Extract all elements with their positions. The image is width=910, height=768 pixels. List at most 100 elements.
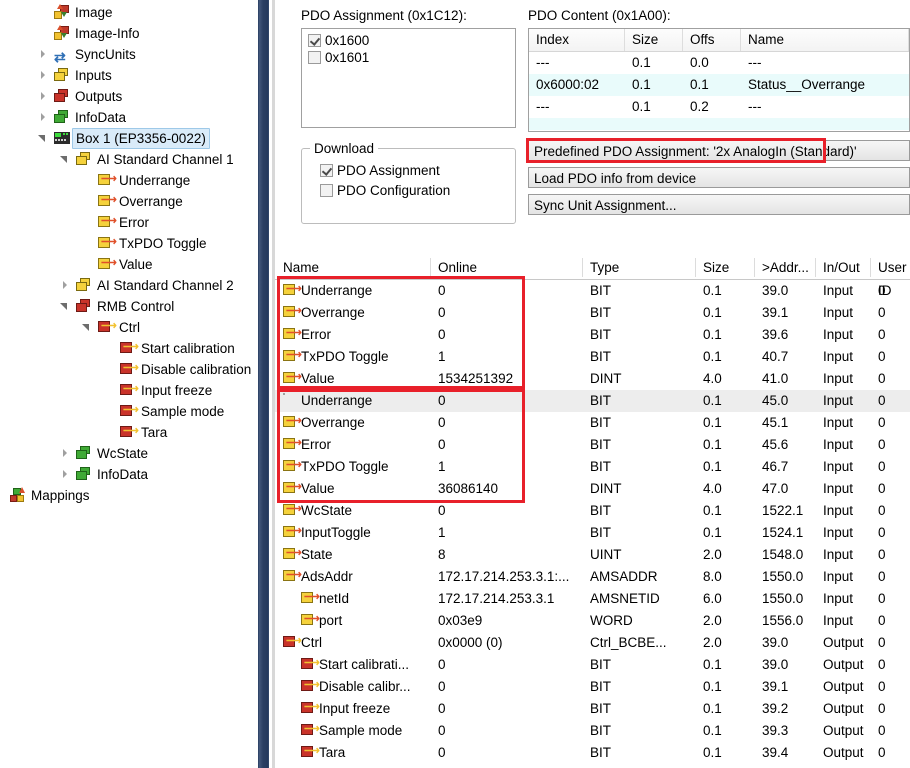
table-row[interactable]: ⟶ Error 0 BIT 0.1 39.6 Input 0 — [275, 324, 910, 346]
tree-item-inputs[interactable]: Inputs — [0, 65, 258, 86]
tree-expander-collapsed[interactable] — [60, 448, 71, 459]
solution-tree[interactable]: Image Image-Info ⇄ SyncUnits Inputs Outputs In… — [0, 0, 258, 768]
pdo-content-col-name[interactable]: Name — [741, 29, 909, 51]
tree-item-label: Outputs — [75, 89, 123, 104]
tree-item-wcstate[interactable]: WcState — [0, 443, 258, 464]
tree-expander-collapsed[interactable] — [60, 280, 71, 291]
tree-expander-collapsed[interactable] — [60, 469, 71, 480]
column-divider[interactable] — [430, 258, 431, 277]
tree-item-outputs[interactable]: Outputs — [0, 86, 258, 107]
tree-expander-expanded[interactable] — [82, 322, 93, 333]
tree-item-txpdo-toggle[interactable]: ⟶ TxPDO Toggle — [0, 233, 258, 254]
table-row[interactable]: ⟶ port 0x03e9 WORD 2.0 1556.0 Input 0 — [275, 610, 910, 632]
io-variables-table[interactable]: Name Online Type Size >Addr... In/Out User ID … — [275, 256, 910, 768]
tree-item-ai-standard-channel-2[interactable]: AI Standard Channel 2 — [0, 275, 258, 296]
pdo-assignment-item-0x1601[interactable]: 0x1601 — [304, 49, 515, 66]
pdo-content-row[interactable]: 0x6000:02 0.1 0.1 Status__Overrange — [529, 74, 909, 96]
pane-splitter[interactable] — [258, 0, 275, 768]
predefined-pdo-assignment-button[interactable]: Predefined PDO Assignment: '2x AnalogIn … — [528, 140, 910, 161]
cell-size: 0.1 — [703, 305, 722, 320]
table-row[interactable]: ⟶ Value 36086140 DINT 4.0 47.0 Input 0 — [275, 478, 910, 500]
table-row[interactable]: ⟶ Overrange 0 BIT 0.1 45.1 Input 0 — [275, 412, 910, 434]
load-pdo-info-button[interactable]: Load PDO info from device — [528, 167, 910, 188]
table-row[interactable]: ⟶ Underrange 0 BIT 0.1 45.0 Input 0 — [275, 390, 910, 412]
pdo-content-grid[interactable]: Index Size Offs Name --- 0.1 0.0 --- 0x6000:02 0.… — [528, 28, 910, 132]
table-row[interactable]: ⟶ TxPDO Toggle 1 BIT 0.1 46.7 Input 0 — [275, 456, 910, 478]
checkbox-icon[interactable] — [308, 51, 321, 64]
pdo-content-col-size[interactable]: Size — [625, 29, 683, 51]
table-row[interactable]: ⟶ State 8 UINT 2.0 1548.0 Input 0 — [275, 544, 910, 566]
table-col-header[interactable]: >Addr... — [762, 256, 809, 279]
tree-item-infodata[interactable]: InfoData — [0, 107, 258, 128]
table-row[interactable]: ⟶ AdsAddr 172.17.214.253.3.1:... AMSADDR 8.0… — [275, 566, 910, 588]
tree-item-ctrl[interactable]: ⟶ Ctrl — [0, 317, 258, 338]
checkbox-icon[interactable] — [308, 34, 321, 47]
cell-userid: 0 — [878, 547, 886, 562]
table-row[interactable]: ⟶ netId 172.17.214.253.3.1 AMSNETID 6.0 1550.… — [275, 588, 910, 610]
table-row[interactable]: ⟶ Error 0 BIT 0.1 45.6 Input 0 — [275, 434, 910, 456]
tree-expander-collapsed[interactable] — [38, 112, 49, 123]
table-col-header[interactable]: Online — [438, 256, 477, 279]
table-col-header[interactable]: Type — [590, 256, 619, 279]
splitter-bar[interactable] — [258, 0, 269, 768]
table-row[interactable]: ⟶ WcState 0 BIT 0.1 1522.1 Input 0 — [275, 500, 910, 522]
column-divider[interactable] — [695, 258, 696, 277]
pdo-assignment-list[interactable]: 0x1600 0x1601 — [301, 28, 516, 128]
table-row[interactable]: ⟶ Sample mode 0 BIT 0.1 39.3 Output 0 — [275, 720, 910, 742]
checkbox-icon[interactable] — [320, 164, 333, 177]
tree-item-syncunits[interactable]: ⇄ SyncUnits — [0, 44, 258, 65]
pdo-content-row[interactable]: --- 0.1 0.0 --- — [529, 52, 909, 74]
table-row[interactable]: ⟶ Value 1534251392 DINT 4.0 41.0 Input 0 — [275, 368, 910, 390]
tree-item-rmb-control[interactable]: RMB Control — [0, 296, 258, 317]
tree-item-start-calibration[interactable]: ⟶ Start calibration — [0, 338, 258, 359]
table-row[interactable]: ⟶ TxPDO Toggle 1 BIT 0.1 40.7 Input 0 — [275, 346, 910, 368]
table-col-header[interactable]: Size — [703, 256, 729, 279]
tree-expander-collapsed[interactable] — [38, 49, 49, 60]
column-divider[interactable] — [870, 258, 871, 277]
column-divider[interactable] — [582, 258, 583, 277]
table-col-header[interactable]: In/Out — [823, 256, 860, 279]
download-checkbox-pdo-assignment[interactable]: PDO Assignment — [316, 161, 515, 181]
sync-unit-assignment-button[interactable]: Sync Unit Assignment... — [528, 194, 910, 215]
table-row[interactable]: ⟶ Overrange 0 BIT 0.1 39.1 Input 0 — [275, 302, 910, 324]
table-row[interactable]: ⟶ Underrange 0 BIT 0.1 39.0 Input 0 — [275, 280, 910, 302]
table-col-header[interactable]: Name — [283, 256, 319, 279]
tree-item-underrange[interactable]: ⟶ Underrange — [0, 170, 258, 191]
tree-item-disable-calibration[interactable]: ⟶ Disable calibration — [0, 359, 258, 380]
pdo-content-header[interactable]: Index Size Offs Name — [529, 29, 909, 52]
tree-item-box-1-ep3356-0022[interactable]: Box 1 (EP3356-0022) — [0, 128, 258, 149]
tree-expander-collapsed[interactable] — [38, 70, 49, 81]
table-row[interactable]: ⟶ Ctrl 0x0000 (0) Ctrl_BCBE... 2.0 39.0 Output… — [275, 632, 910, 654]
tree-item-overrange[interactable]: ⟶ Overrange — [0, 191, 258, 212]
tree-item-infodata[interactable]: InfoData — [0, 464, 258, 485]
tree-item-sample-mode[interactable]: ⟶ Sample mode — [0, 401, 258, 422]
table-row[interactable]: ⟶ Input freeze 0 BIT 0.1 39.2 Output 0 — [275, 698, 910, 720]
tree-expander-expanded[interactable] — [38, 133, 49, 144]
tree-item-image-info[interactable]: Image-Info — [0, 23, 258, 44]
table-body[interactable]: ⟶ Underrange 0 BIT 0.1 39.0 Input 0 ⟶ Overrange 0 B… — [275, 280, 910, 764]
table-row[interactable]: ⟶ InputToggle 1 BIT 0.1 1524.1 Input 0 — [275, 522, 910, 544]
tree-item-error[interactable]: ⟶ Error — [0, 212, 258, 233]
tree-item-input-freeze[interactable]: ⟶ Input freeze — [0, 380, 258, 401]
tree-item-image[interactable]: Image — [0, 2, 258, 23]
tree-expander-collapsed[interactable] — [38, 91, 49, 102]
table-header-row[interactable]: Name Online Type Size >Addr... In/Out User ID — [275, 256, 910, 298]
pdo-content-row[interactable]: --- 0.1 0.2 --- — [529, 96, 909, 118]
tree-expander-expanded[interactable] — [60, 154, 71, 165]
pdo-assignment-item-0x1600[interactable]: 0x1600 — [304, 32, 515, 49]
table-row[interactable]: ⟶ Start calibrati... 0 BIT 0.1 39.0 Output 0 — [275, 654, 910, 676]
cell-name: WcState — [301, 503, 353, 518]
column-divider[interactable] — [754, 258, 755, 277]
tree-item-mappings[interactable]: Mappings — [0, 485, 258, 506]
tree-item-value[interactable]: ⟶ Value — [0, 254, 258, 275]
table-row[interactable]: ⟶ Tara 0 BIT 0.1 39.4 Output 0 — [275, 742, 910, 764]
pdo-content-col-offs[interactable]: Offs — [683, 29, 741, 51]
checkbox-icon[interactable] — [320, 184, 333, 197]
pdo-content-col-index[interactable]: Index — [529, 29, 625, 51]
table-row[interactable]: ⟶ Disable calibr... 0 BIT 0.1 39.1 Output 0 — [275, 676, 910, 698]
tree-item-ai-standard-channel-1[interactable]: AI Standard Channel 1 — [0, 149, 258, 170]
tree-item-tara[interactable]: ⟶ Tara — [0, 422, 258, 443]
tree-expander-expanded[interactable] — [60, 301, 71, 312]
download-checkbox-pdo-configuration[interactable]: PDO Configuration — [316, 181, 515, 201]
column-divider[interactable] — [815, 258, 816, 277]
